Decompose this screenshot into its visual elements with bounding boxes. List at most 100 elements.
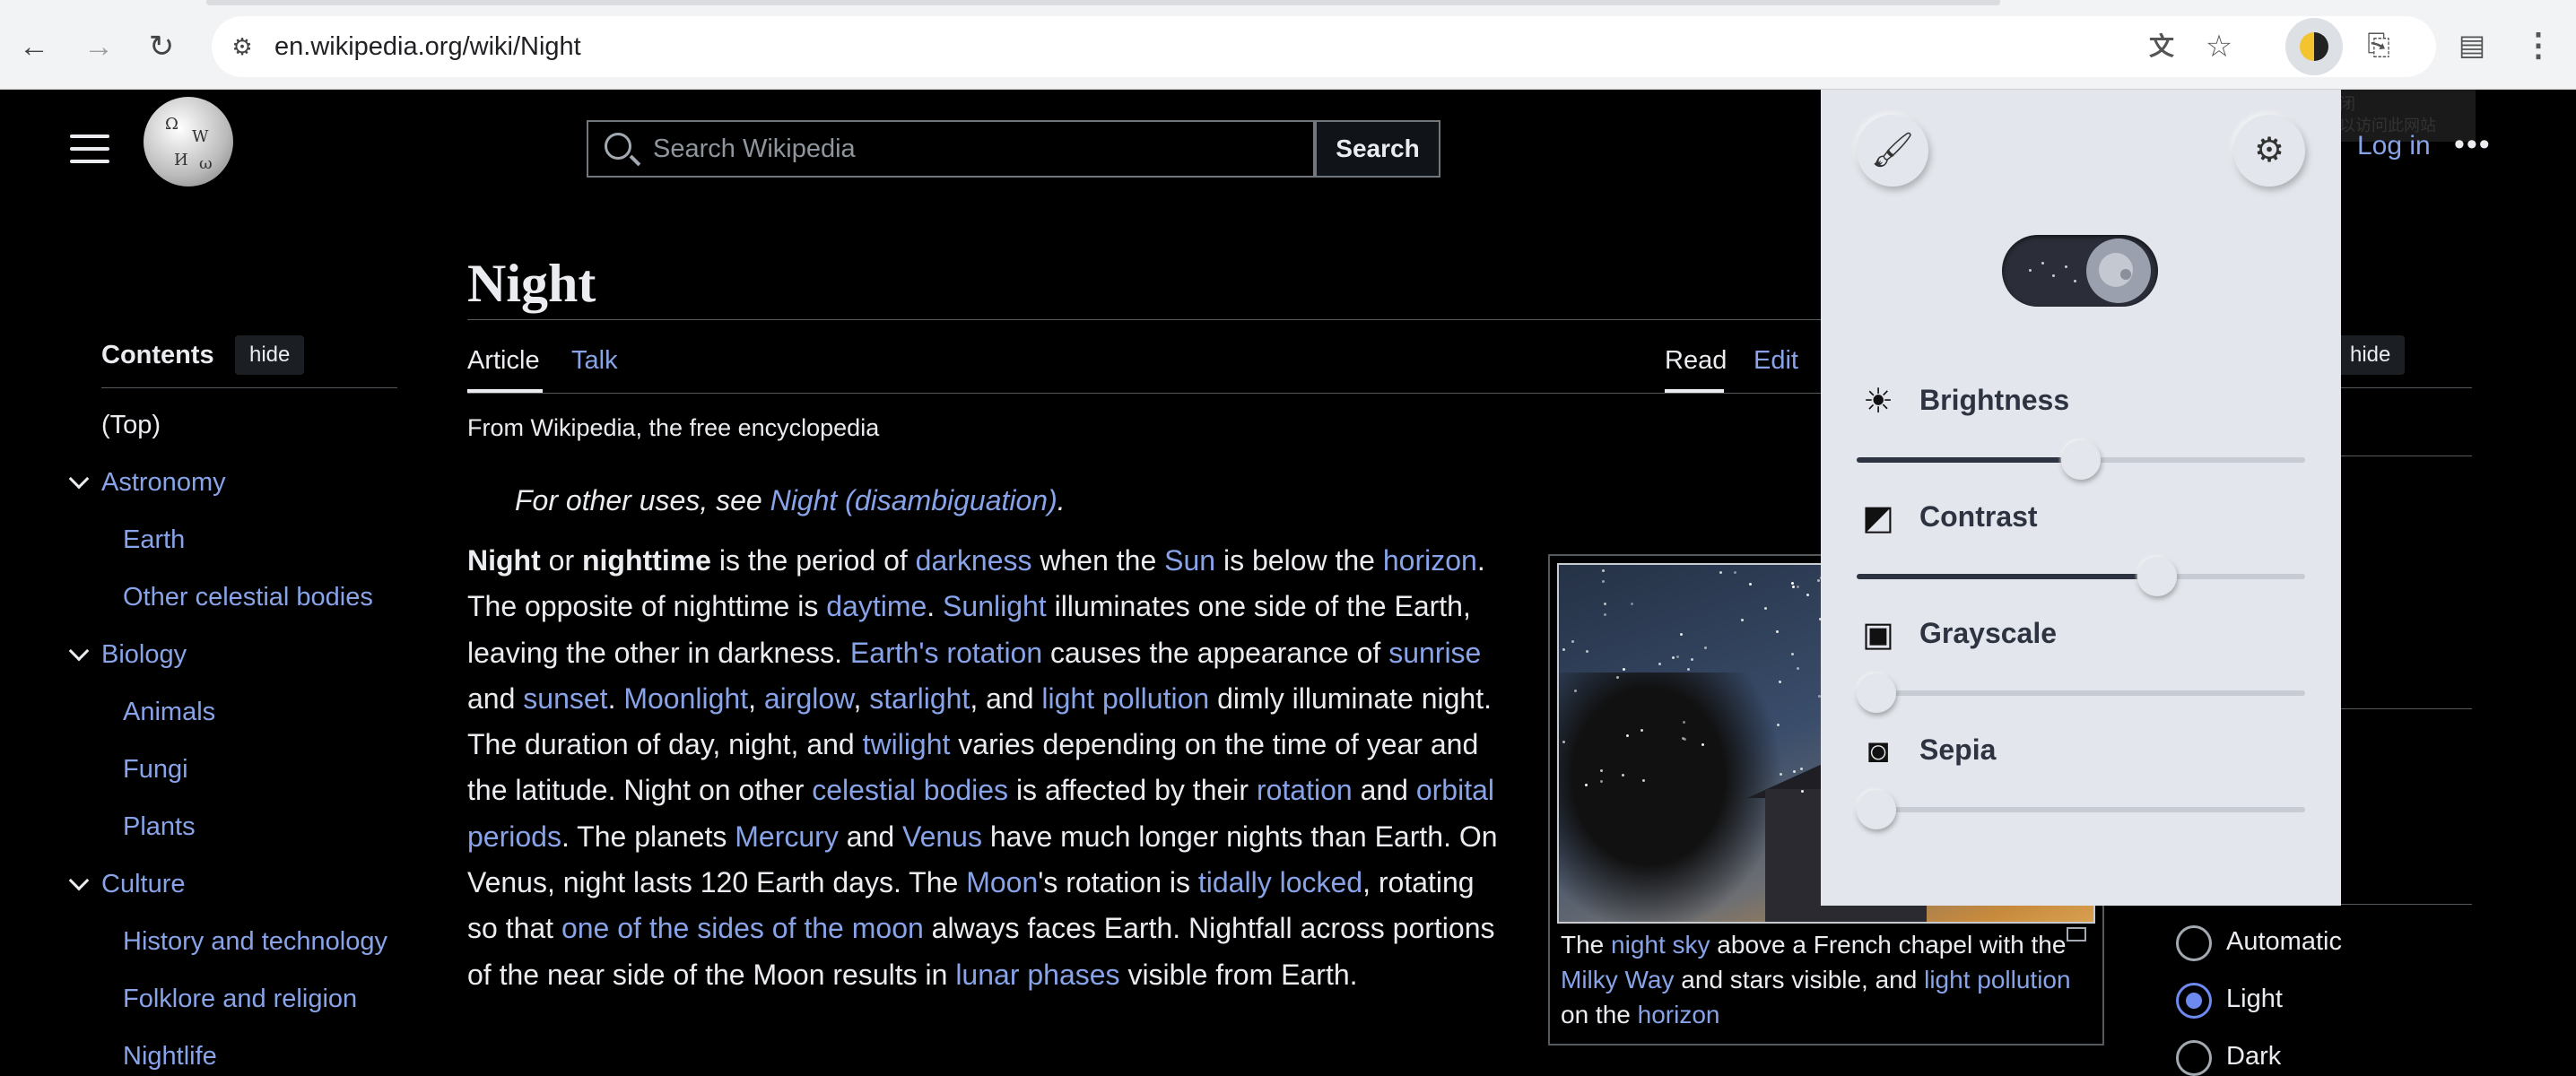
slider-handle[interactable] bbox=[2061, 440, 2101, 480]
star bbox=[1792, 586, 1795, 588]
brightness-slider[interactable] bbox=[1857, 440, 2305, 480]
slider-handle[interactable] bbox=[1857, 790, 1896, 829]
page-title: Night bbox=[467, 254, 596, 313]
tab-talk[interactable]: Talk bbox=[571, 346, 618, 376]
toc-item[interactable]: (Top) bbox=[101, 411, 161, 440]
chevron-down-icon[interactable] bbox=[68, 640, 90, 662]
text-run: and stars visible, and bbox=[1674, 966, 1925, 994]
slider-fill bbox=[1857, 574, 2157, 579]
wiki-link[interactable]: Moonlight bbox=[623, 682, 748, 715]
wiki-link[interactable]: sunrise bbox=[1388, 637, 1481, 669]
toc-item[interactable]: Biology bbox=[101, 640, 187, 670]
slider-label: Sepia bbox=[1919, 733, 1997, 766]
slider-handle[interactable] bbox=[2137, 557, 2177, 596]
tab-read[interactable]: Read bbox=[1665, 346, 1727, 376]
wiki-link[interactable]: rotation bbox=[1257, 774, 1353, 806]
wiki-link[interactable]: airglow bbox=[764, 682, 854, 715]
wiki-link[interactable]: Milky Way bbox=[1561, 966, 1675, 994]
reload-icon[interactable]: ↻ bbox=[144, 29, 179, 65]
contrast-slider[interactable] bbox=[1857, 557, 2305, 596]
toc-hide-button[interactable]: hide bbox=[235, 335, 305, 375]
wiki-link[interactable]: celestial bodies bbox=[812, 774, 1008, 806]
enlarge-icon[interactable] bbox=[2067, 927, 2086, 941]
toc-item[interactable]: Fungi bbox=[123, 755, 188, 785]
menu-icon[interactable]: ⋮ bbox=[2517, 23, 2560, 66]
star bbox=[1626, 734, 1629, 737]
toc-item[interactable]: Astronomy bbox=[101, 468, 226, 498]
radio-automatic[interactable] bbox=[2176, 925, 2212, 961]
radio-light[interactable] bbox=[2176, 983, 2212, 1019]
radio-dark[interactable] bbox=[2176, 1040, 2212, 1076]
back-icon[interactable]: ← bbox=[16, 29, 52, 65]
wiki-link[interactable]: Sun bbox=[1164, 544, 1215, 577]
star bbox=[1704, 646, 1707, 649]
toc-item[interactable]: Culture bbox=[101, 870, 186, 899]
star bbox=[1741, 619, 1744, 621]
hatnote-link[interactable]: Night (disambiguation) bbox=[770, 484, 1057, 516]
toc-item[interactable]: Nightlife bbox=[123, 1042, 217, 1072]
wiki-link[interactable]: sunset bbox=[523, 682, 607, 715]
wiki-link[interactable]: starlight bbox=[869, 682, 970, 715]
wikipedia-logo[interactable]: ΩWИω bbox=[144, 97, 233, 187]
dark-mode-toggle[interactable] bbox=[2002, 235, 2158, 307]
star bbox=[1631, 603, 1633, 605]
star bbox=[1764, 607, 1767, 610]
settings-button[interactable]: ⚙ bbox=[2233, 115, 2305, 187]
wiki-link[interactable]: Sunlight bbox=[943, 590, 1047, 622]
wiki-link[interactable]: darkness bbox=[916, 544, 1032, 577]
search-button[interactable]: Search bbox=[1315, 120, 1440, 178]
text-run: 's rotation is bbox=[1038, 866, 1198, 899]
star bbox=[1691, 658, 1693, 661]
extensions-icon[interactable]: ⎘ bbox=[2357, 23, 2400, 66]
forward-icon[interactable]: → bbox=[81, 29, 117, 65]
toc-item[interactable]: Animals bbox=[123, 698, 215, 727]
text-run: is the period of bbox=[710, 544, 916, 577]
login-link[interactable]: Log in bbox=[2357, 131, 2431, 161]
dark-reader-button[interactable] bbox=[2285, 18, 2343, 75]
browser-toolbar: ← → ↻ ⚙ en.wikipedia.org/wiki/Night 文 ☆ … bbox=[0, 0, 2576, 90]
hatnote: For other uses, see Night (disambiguatio… bbox=[515, 484, 1066, 517]
wiki-link[interactable]: Mercury bbox=[735, 820, 839, 853]
wiki-link[interactable]: tidally locked bbox=[1198, 866, 1362, 898]
tab-search-icon[interactable]: ▤ bbox=[2450, 23, 2493, 66]
wiki-link[interactable]: daytime bbox=[826, 590, 927, 622]
grayscale-slider[interactable] bbox=[1857, 673, 2305, 713]
url-text[interactable]: en.wikipedia.org/wiki/Night bbox=[274, 16, 581, 77]
wiki-link[interactable]: night sky bbox=[1611, 931, 1710, 959]
translate-icon[interactable]: 文 bbox=[2142, 27, 2181, 66]
toc-item[interactable]: Earth bbox=[123, 525, 185, 555]
search-input[interactable]: Search Wikipedia bbox=[587, 120, 1315, 178]
wiki-link[interactable]: horizon bbox=[1383, 544, 1477, 577]
slider-handle[interactable] bbox=[1857, 673, 1896, 713]
site-info-icon[interactable]: ⚙ bbox=[226, 30, 258, 63]
bookmark-star-icon[interactable]: ☆ bbox=[2199, 27, 2239, 66]
address-bar[interactable]: ⚙ en.wikipedia.org/wiki/Night 文 ☆ bbox=[212, 16, 2436, 77]
toc-item[interactable]: Plants bbox=[123, 812, 196, 842]
toc-item[interactable]: History and technology bbox=[123, 927, 387, 957]
theme-editor-button[interactable]: 🖌 bbox=[1857, 115, 1928, 187]
chevron-down-icon[interactable] bbox=[68, 870, 90, 891]
wiki-link[interactable]: light pollution bbox=[1041, 682, 1209, 715]
toc-item[interactable]: Folklore and religion bbox=[123, 985, 357, 1014]
wiki-link[interactable]: twilight bbox=[863, 728, 951, 760]
wiki-link[interactable]: horizon bbox=[1638, 1001, 1720, 1028]
main-menu-icon[interactable] bbox=[70, 134, 109, 165]
wiki-link[interactable]: Earth's rotation bbox=[850, 637, 1042, 669]
wiki-link[interactable]: light pollution bbox=[1924, 966, 2070, 994]
chevron-down-icon[interactable] bbox=[68, 468, 90, 490]
tab-edit[interactable]: Edit bbox=[1754, 346, 1798, 376]
more-options-icon[interactable]: ••• bbox=[2454, 127, 2492, 162]
wiki-link[interactable]: one of the sides of the moon bbox=[561, 912, 924, 944]
star bbox=[1683, 721, 1685, 724]
wiki-link[interactable]: Moon bbox=[966, 866, 1038, 898]
text-run: above a French chapel with the bbox=[1710, 931, 2067, 959]
appearance-hide-button[interactable]: hide bbox=[2336, 335, 2406, 375]
star bbox=[1602, 580, 1605, 583]
text-run: The bbox=[1561, 931, 1612, 959]
toc-item[interactable]: Other celestial bodies bbox=[123, 583, 373, 612]
wiki-link[interactable]: Venus bbox=[902, 820, 982, 853]
star bbox=[1676, 655, 1679, 658]
sepia-slider[interactable] bbox=[1857, 790, 2305, 829]
wiki-link[interactable]: lunar phases bbox=[955, 959, 1119, 991]
tab-article[interactable]: Article bbox=[467, 346, 540, 376]
